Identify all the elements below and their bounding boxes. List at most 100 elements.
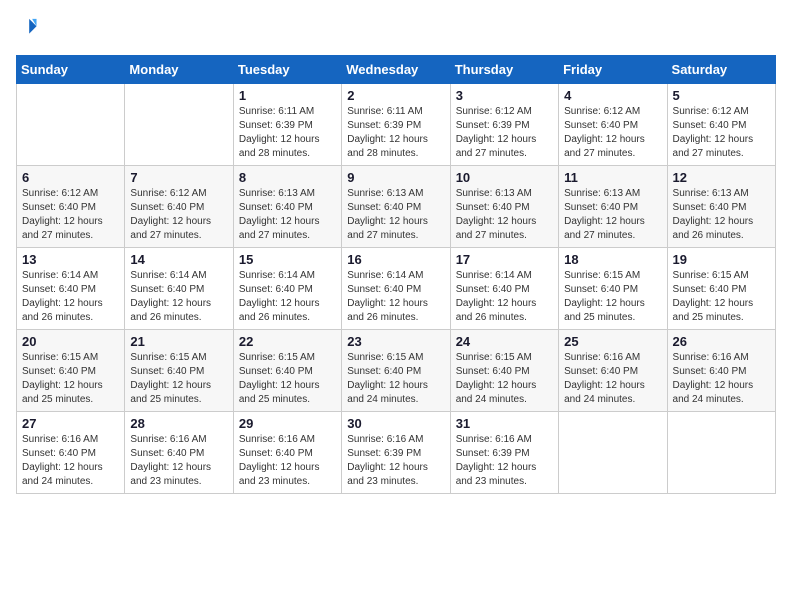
day-info: Sunrise: 6:16 AMSunset: 6:40 PMDaylight:… [22, 433, 119, 489]
weekday-header: Friday [559, 56, 667, 84]
day-number: 14 [130, 252, 227, 267]
day-number: 10 [456, 170, 553, 185]
day-info: Sunrise: 6:13 AMSunset: 6:40 PMDaylight:… [239, 187, 336, 243]
day-info: Sunrise: 6:16 AMSunset: 6:39 PMDaylight:… [347, 433, 444, 489]
calendar-cell [17, 84, 125, 166]
calendar-cell: 27 Sunrise: 6:16 AMSunset: 6:40 PMDayligh… [17, 412, 125, 494]
day-info: Sunrise: 6:12 AMSunset: 6:40 PMDaylight:… [564, 105, 661, 161]
calendar-cell: 4Sunrise: 6:12 AMSunset: 6:40 PMDaylight… [559, 84, 667, 166]
day-number: 20 [22, 334, 119, 349]
day-number: 26 [673, 334, 770, 349]
day-number: 6 [22, 170, 119, 185]
calendar-cell: 21 Sunrise: 6:15 AMSunset: 6:40 PMDayligh… [125, 330, 233, 412]
weekday-header: Thursday [450, 56, 558, 84]
calendar-cell: 10 Sunrise: 6:13 AMSunset: 6:40 PMDayligh… [450, 166, 558, 248]
day-number: 24 [456, 334, 553, 349]
day-number: 25 [564, 334, 661, 349]
calendar-cell: 30 Sunrise: 6:16 AMSunset: 6:39 PMDayligh… [342, 412, 450, 494]
calendar-cell: 29Sunrise: 6:16 AMSunset: 6:40 PMDayligh… [233, 412, 341, 494]
weekday-header: Sunday [17, 56, 125, 84]
calendar-cell: 3Sunrise: 6:12 AMSunset: 6:39 PMDaylight… [450, 84, 558, 166]
day-info: Sunrise: 6:11 AMSunset: 6:39 PMDaylight:… [347, 105, 444, 161]
day-number: 27 [22, 416, 119, 431]
day-info: Sunrise: 6:13 AMSunset: 6:40 PMDaylight:… [564, 187, 661, 243]
calendar-cell: 13Sunrise: 6:14 AMSunset: 6:40 PMDayligh… [17, 248, 125, 330]
day-info: Sunrise: 6:14 AMSunset: 6:40 PMDaylight:… [239, 269, 336, 325]
calendar-cell: 16 Sunrise: 6:14 AMSunset: 6:40 PMDayligh… [342, 248, 450, 330]
calendar-cell: 1 Sunrise: 6:11 AMSunset: 6:39 PMDaylight… [233, 84, 341, 166]
day-info: Sunrise: 6:15 AMSunset: 6:40 PMDaylight:… [564, 269, 661, 325]
day-number: 17 [456, 252, 553, 267]
day-info: Sunrise: 6:16 AMSunset: 6:39 PMDaylight:… [456, 433, 553, 489]
day-info: Sunrise: 6:12 AMSunset: 6:40 PMDaylight:… [22, 187, 119, 243]
day-number: 31 [456, 416, 553, 431]
day-number: 16 [347, 252, 444, 267]
day-number: 2 [347, 88, 444, 103]
weekday-header: Monday [125, 56, 233, 84]
day-info: Sunrise: 6:15 AMSunset: 6:40 PMDaylight:… [130, 351, 227, 407]
day-number: 19 [673, 252, 770, 267]
day-number: 28 [130, 416, 227, 431]
calendar-cell: 15 Sunrise: 6:14 AMSunset: 6:40 PMDayligh… [233, 248, 341, 330]
day-number: 5 [673, 88, 770, 103]
day-info: Sunrise: 6:13 AMSunset: 6:40 PMDaylight:… [673, 187, 770, 243]
calendar-cell: 9 Sunrise: 6:13 AMSunset: 6:40 PMDaylight… [342, 166, 450, 248]
day-number: 21 [130, 334, 227, 349]
day-info: Sunrise: 6:14 AMSunset: 6:40 PMDaylight:… [130, 269, 227, 325]
calendar-cell [667, 412, 775, 494]
day-info: Sunrise: 6:11 AMSunset: 6:39 PMDaylight:… [239, 105, 336, 161]
day-info: Sunrise: 6:15 AMSunset: 6:40 PMDaylight:… [347, 351, 444, 407]
day-info: Sunrise: 6:13 AMSunset: 6:40 PMDaylight:… [456, 187, 553, 243]
calendar-table: SundayMondayTuesdayWednesdayThursdayFrid… [16, 55, 776, 494]
day-info: Sunrise: 6:12 AMSunset: 6:40 PMDaylight:… [673, 105, 770, 161]
day-number: 9 [347, 170, 444, 185]
day-number: 30 [347, 416, 444, 431]
weekday-header: Tuesday [233, 56, 341, 84]
logo-icon [16, 16, 38, 38]
calendar-cell: 8 Sunrise: 6:13 AMSunset: 6:40 PMDaylight… [233, 166, 341, 248]
day-info: Sunrise: 6:15 AMSunset: 6:40 PMDaylight:… [22, 351, 119, 407]
day-number: 15 [239, 252, 336, 267]
calendar-header-row: SundayMondayTuesdayWednesdayThursdayFrid… [17, 56, 776, 84]
weekday-header: Saturday [667, 56, 775, 84]
calendar-cell: 11 Sunrise: 6:13 AMSunset: 6:40 PMDayligh… [559, 166, 667, 248]
day-info: Sunrise: 6:16 AMSunset: 6:40 PMDaylight:… [673, 351, 770, 407]
day-info: Sunrise: 6:14 AMSunset: 6:40 PMDaylight:… [456, 269, 553, 325]
calendar-cell: 24 Sunrise: 6:15 AMSunset: 6:40 PMDayligh… [450, 330, 558, 412]
day-info: Sunrise: 6:15 AMSunset: 6:40 PMDaylight:… [456, 351, 553, 407]
day-number: 22 [239, 334, 336, 349]
day-info: Sunrise: 6:16 AMSunset: 6:40 PMDaylight:… [130, 433, 227, 489]
calendar-cell: 14 Sunrise: 6:14 AMSunset: 6:40 PMDayligh… [125, 248, 233, 330]
logo [16, 16, 42, 43]
calendar-cell: 12Sunrise: 6:13 AMSunset: 6:40 PMDayligh… [667, 166, 775, 248]
day-info: Sunrise: 6:14 AMSunset: 6:40 PMDaylight:… [22, 269, 119, 325]
calendar-cell: 2 Sunrise: 6:11 AMSunset: 6:39 PMDaylight… [342, 84, 450, 166]
calendar-cell: 28 Sunrise: 6:16 AMSunset: 6:40 PMDayligh… [125, 412, 233, 494]
calendar-cell: 6 Sunrise: 6:12 AMSunset: 6:40 PMDaylight… [17, 166, 125, 248]
calendar-cell: 17 Sunrise: 6:14 AMSunset: 6:40 PMDayligh… [450, 248, 558, 330]
calendar-cell: 7 Sunrise: 6:12 AMSunset: 6:40 PMDaylight… [125, 166, 233, 248]
calendar-cell: 20 Sunrise: 6:15 AMSunset: 6:40 PMDayligh… [17, 330, 125, 412]
day-info: Sunrise: 6:13 AMSunset: 6:40 PMDaylight:… [347, 187, 444, 243]
calendar-week-row: 13Sunrise: 6:14 AMSunset: 6:40 PMDayligh… [17, 248, 776, 330]
calendar-week-row: 1 Sunrise: 6:11 AMSunset: 6:39 PMDaylight… [17, 84, 776, 166]
calendar-cell [559, 412, 667, 494]
day-info: Sunrise: 6:16 AMSunset: 6:40 PMDaylight:… [239, 433, 336, 489]
day-number: 7 [130, 170, 227, 185]
day-info: Sunrise: 6:15 AMSunset: 6:40 PMDaylight:… [239, 351, 336, 407]
calendar-cell: 31 Sunrise: 6:16 AMSunset: 6:39 PMDayligh… [450, 412, 558, 494]
calendar-cell [125, 84, 233, 166]
day-number: 8 [239, 170, 336, 185]
day-number: 18 [564, 252, 661, 267]
day-number: 1 [239, 88, 336, 103]
calendar-week-row: 6 Sunrise: 6:12 AMSunset: 6:40 PMDaylight… [17, 166, 776, 248]
day-info: Sunrise: 6:12 AMSunset: 6:40 PMDaylight:… [130, 187, 227, 243]
day-number: 11 [564, 170, 661, 185]
calendar-cell: 18 Sunrise: 6:15 AMSunset: 6:40 PMDayligh… [559, 248, 667, 330]
day-info: Sunrise: 6:16 AMSunset: 6:40 PMDaylight:… [564, 351, 661, 407]
day-info: Sunrise: 6:15 AMSunset: 6:40 PMDaylight:… [673, 269, 770, 325]
weekday-header: Wednesday [342, 56, 450, 84]
day-info: Sunrise: 6:14 AMSunset: 6:40 PMDaylight:… [347, 269, 444, 325]
page-header [16, 16, 776, 43]
calendar-cell: 26 Sunrise: 6:16 AMSunset: 6:40 PMDayligh… [667, 330, 775, 412]
